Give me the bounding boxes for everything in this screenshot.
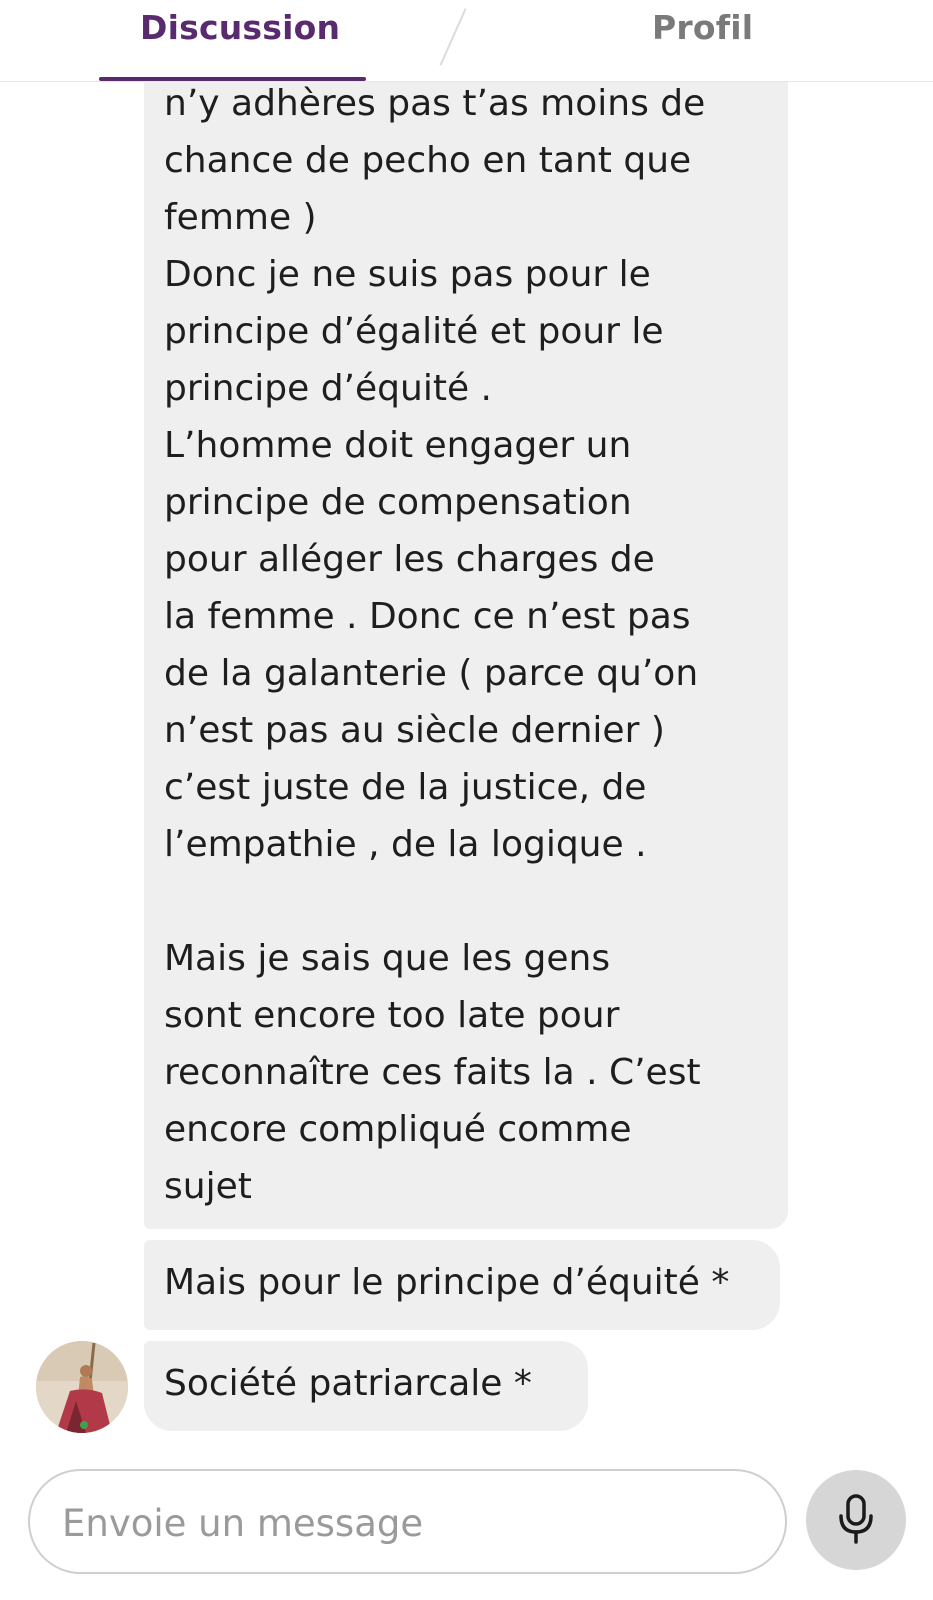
tab-bar: Discussion Profil: [0, 0, 933, 82]
tab-profil[interactable]: Profil: [652, 8, 753, 47]
tab-discussion[interactable]: Discussion: [140, 8, 340, 47]
tab-divider: [439, 8, 467, 66]
microphone-icon: [839, 1494, 873, 1544]
voice-message-button[interactable]: [806, 1470, 906, 1570]
message-input[interactable]: [60, 1493, 750, 1553]
active-tab-indicator: [99, 77, 366, 81]
message-bubble: Mais pour le principe d’équité *: [144, 1240, 780, 1330]
contact-avatar[interactable]: [36, 1341, 128, 1433]
message-composer[interactable]: [28, 1469, 787, 1574]
message-bubble: Société patriarcale *: [144, 1341, 588, 1431]
avatar-image: [36, 1341, 128, 1433]
message-bubble: n’y adhères pas t’as moins de chance de …: [144, 0, 788, 1229]
